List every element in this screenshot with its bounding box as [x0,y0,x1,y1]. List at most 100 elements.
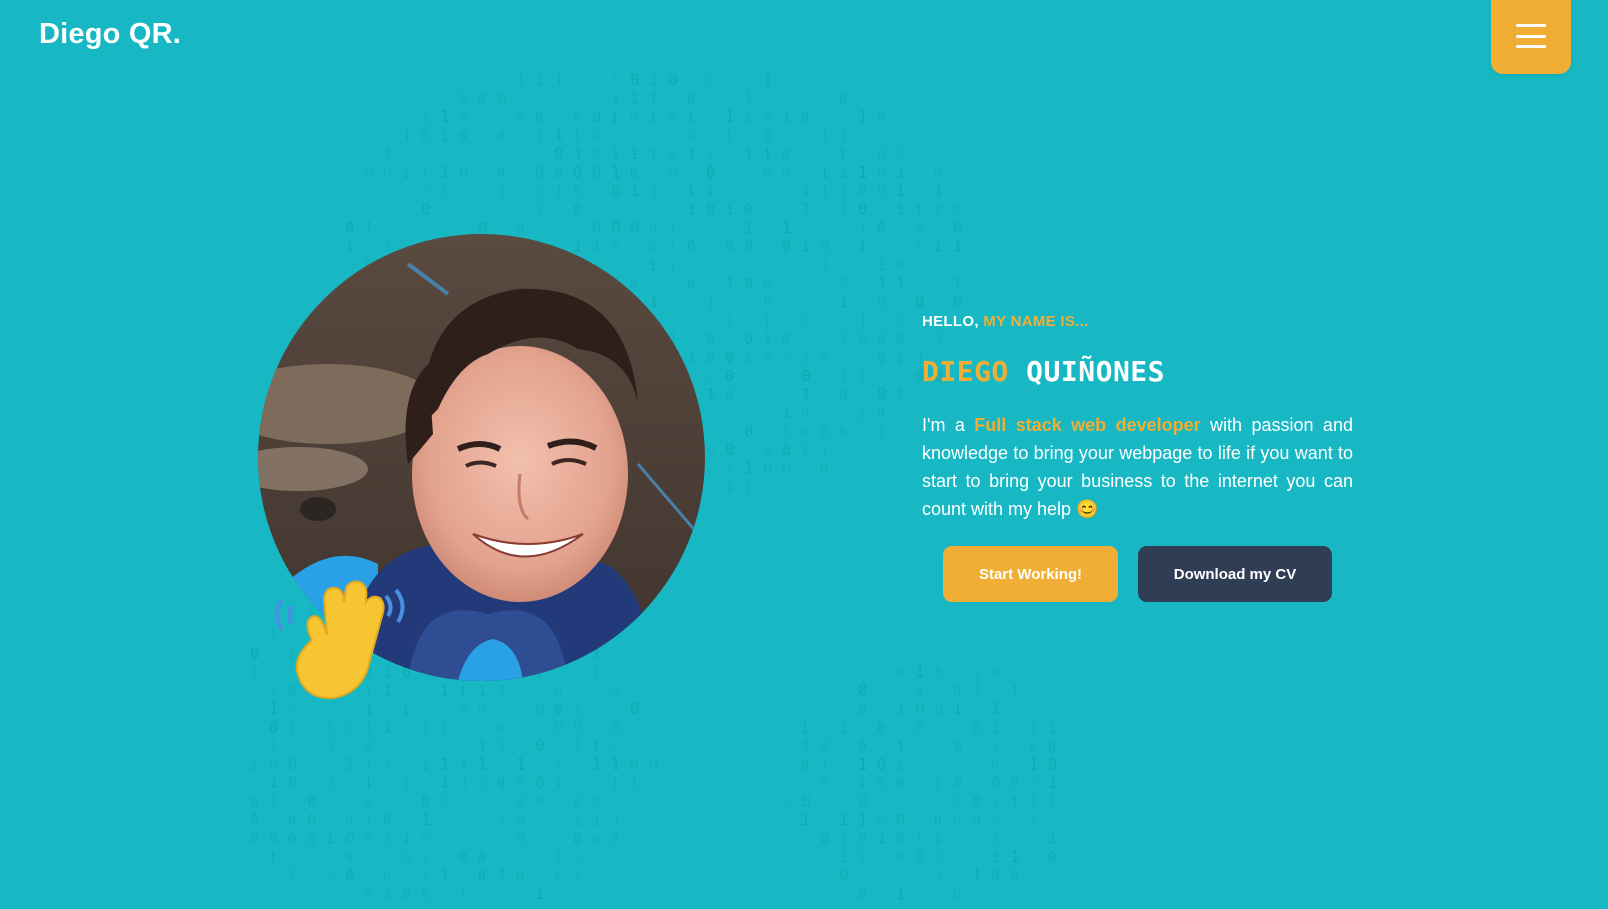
binary-digit: 1 [1048,793,1057,811]
download-cv-button[interactable]: Download my CV [1138,546,1332,602]
binary-digit: 0 [364,163,374,182]
binary-digit: 1 [896,351,904,367]
menu-button[interactable] [1491,0,1571,74]
binary-digit: 1 [611,71,620,89]
binary-digit: 1 [402,830,411,848]
binary-digit: 1 [801,181,811,200]
binary-digit: 1 [383,885,392,903]
binary-digit: 0 [269,755,279,774]
binary-digit: 1 [478,737,487,755]
binary-digit: 1 [326,737,335,755]
binary-digit: 1 [782,426,790,441]
binary-digit: 0 [630,167,638,182]
binary-digit: 0 [554,870,562,885]
binary-digit: 1 [421,810,431,829]
binary-digit: 1 [991,699,1001,718]
binary-digit: 1 [725,315,733,330]
binary-digit: 1 [991,829,1001,848]
binary-digit: 1 [725,107,735,126]
binary-digit: 0 [364,736,374,755]
binary-digit: 1 [440,164,449,182]
binary-digit: 0 [763,349,772,367]
binary-digit: 0 [459,850,467,866]
binary-digit: 0 [269,830,278,848]
binary-digit: 1 [839,184,847,200]
binary-digit: 0 [763,443,771,459]
binary-digit: 0 [535,736,545,755]
greeting-label: HELLO, MY NAME IS... [922,313,1353,330]
binary-digit: 1 [1029,756,1038,774]
binary-digit: 0 [896,810,906,829]
binary-digit: 1 [915,238,924,256]
binary-digit: 1 [554,181,564,200]
binary-digit: 1 [820,443,828,459]
greeting-prefix: HELLO, [922,313,979,330]
binary-digit: 1 [1010,847,1020,866]
binary-digit: 1 [668,241,676,256]
binary-digit: 0 [687,238,696,256]
full-name: DIEGO QUIÑONES [922,355,1353,388]
binary-digit: 1 [896,201,905,219]
binary-digit: 1 [877,830,886,848]
binary-digit: 1 [478,774,487,792]
binary-digit: 0 [877,163,887,182]
binary-digit: 1 [858,221,866,237]
binary-digit: 1 [725,275,734,293]
site-logo[interactable]: Diego QR. [39,18,181,51]
binary-digit: 0 [421,130,429,145]
binary-digit: 1 [1029,722,1037,737]
binary-digit: 1 [364,218,374,237]
binary-digit: 0 [877,814,885,829]
binary-digit: 1 [839,369,847,385]
binary-digit: 1 [839,200,849,219]
binary-digit: 1 [877,256,886,274]
binary-digit: 0 [991,663,1000,681]
binary-digit: 0 [972,793,981,811]
greeting-highlight: MY NAME IS... [983,313,1089,330]
binary-digit: 1 [915,204,923,219]
binary-digit: 1 [573,813,581,829]
binary-digit: 1 [630,145,639,163]
binary-digit: 1 [668,259,676,274]
binary-digit: 1 [364,718,374,737]
binary-digit: 1 [573,238,582,256]
binary-digit: 1 [573,869,581,885]
binary-digit: 0 [953,793,962,811]
binary-digit: 1 [744,144,754,163]
binary-digit: 1 [535,129,543,145]
binary-digit: 1 [725,130,733,145]
binary-digit: 0 [516,829,526,848]
binary-digit: 1 [763,71,772,89]
binary-digit: 0 [630,278,638,293]
binary-digit: 1 [896,758,904,774]
binary-digit: 0 [839,93,847,108]
binary-digit: 0 [668,147,676,163]
binary-digit: 0 [725,349,734,367]
binary-digit: 1 [896,885,905,903]
binary-digit: 0 [725,240,733,256]
binary-digit: 0 [877,219,886,237]
binary-digit: 0 [421,888,429,903]
binary-digit: 0 [763,126,773,145]
binary-digit: 0 [763,164,772,182]
binary-digit: 1 [839,164,848,182]
binary-digit: 0 [820,422,830,441]
binary-digit: 1 [801,722,809,737]
binary-digit: 1 [820,756,829,774]
binary-digit: 0 [1048,850,1056,866]
binary-digit: 1 [801,314,809,330]
binary-digit: 1 [421,167,429,182]
binary-digit: 0 [516,869,524,885]
binary-digit: 1 [972,681,982,700]
binary-digit: 0 [744,203,752,219]
binary-digit: 1 [269,851,277,866]
binary-digit: 0 [497,89,507,108]
binary-digit: 0 [706,332,714,348]
binary-digit: 1 [877,274,887,293]
binary-digit: 0 [896,777,904,792]
binary-digit: 1 [440,684,448,700]
binary-digit: 0 [915,293,924,311]
binary-digit: 1 [801,385,811,404]
start-working-button[interactable]: Start Working! [943,546,1118,602]
binary-digit: 1 [535,203,543,219]
